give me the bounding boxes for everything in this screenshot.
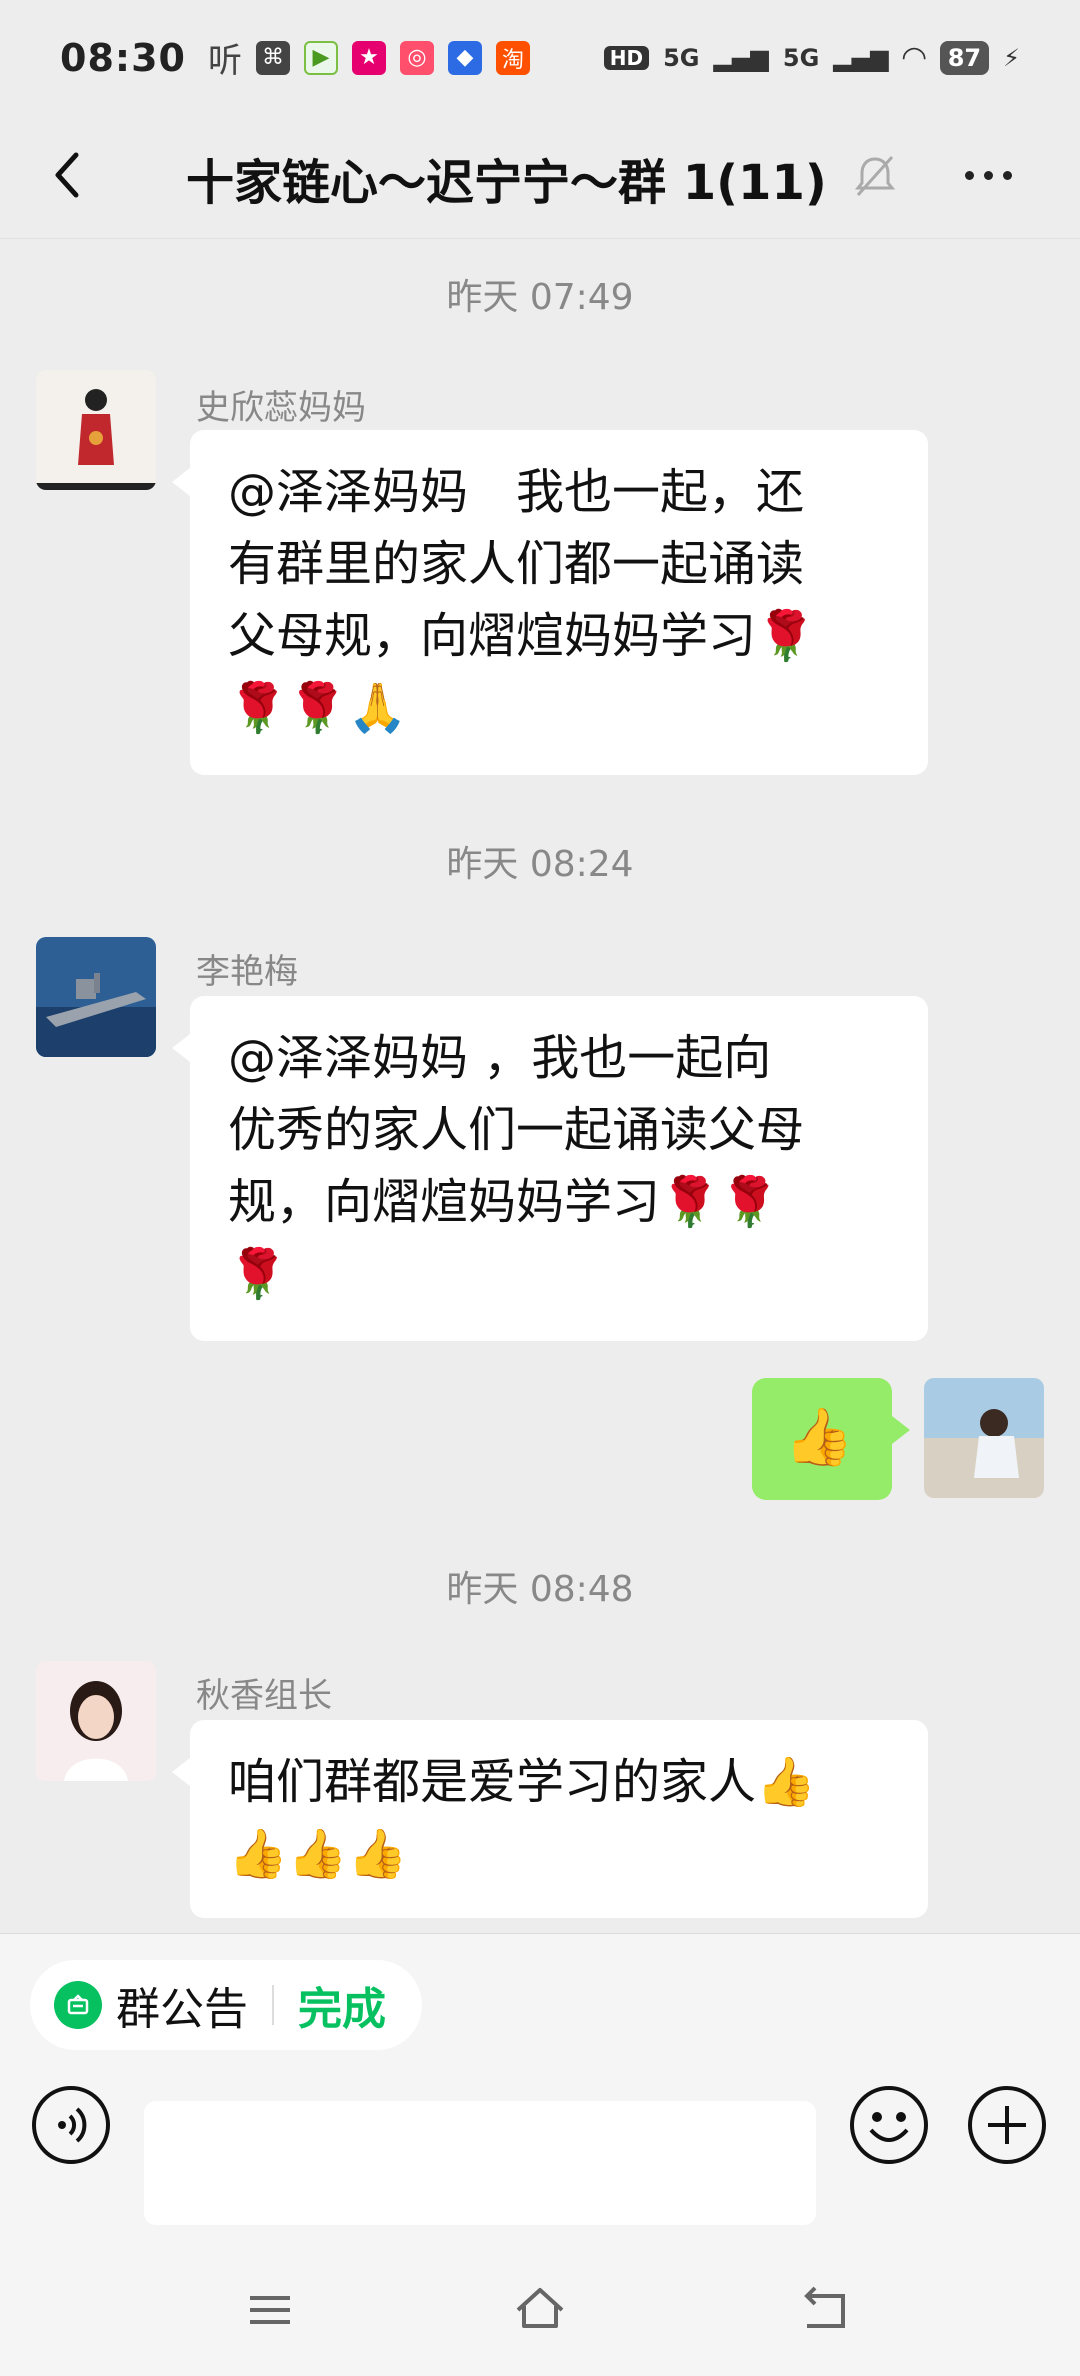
back-arrow-icon[interactable]	[40, 145, 100, 205]
message-bubble[interactable]: 咱们群都是爱学习的家人👍 👍👍👍	[172, 1720, 928, 1918]
muted-bell-icon	[854, 155, 896, 197]
done-button[interactable]: 完成	[298, 1973, 386, 2037]
message-text-line: 优秀的家人们一起诵读父母	[228, 1102, 805, 1158]
menu-icon[interactable]	[240, 2280, 300, 2340]
message-text-line: 有群里的家人们都一起诵读	[228, 536, 805, 592]
signal-2-label: 5G	[782, 43, 820, 72]
charging-icon: ⚡	[1003, 43, 1020, 72]
message-timestamp: 昨天 07:49	[446, 277, 634, 318]
message-text-line: 🌹🌹🙏	[228, 680, 408, 736]
message-text-line: 父母规，向熠煊妈妈学习🌹	[228, 608, 816, 664]
message-text-line: 规，向熠煊妈妈学习🌹🌹	[228, 1174, 780, 1230]
emoji-icon[interactable]	[848, 2084, 930, 2166]
avatar[interactable]	[36, 937, 156, 1057]
message-input[interactable]	[144, 2101, 816, 2225]
signal-1-icon: ▂▄▆	[713, 43, 769, 72]
message-text-line: 🌹	[228, 1246, 288, 1302]
home-icon[interactable]	[510, 2280, 570, 2340]
sender-name: 史欣蕊妈妈	[196, 388, 366, 428]
group-notice-label: 群公告	[116, 1984, 248, 2035]
taobao-icon: 淘	[495, 40, 530, 75]
ting-icon: 听	[207, 41, 242, 81]
more-options-icon[interactable]	[965, 155, 1025, 195]
avatar[interactable]	[36, 370, 156, 490]
message-timestamp: 昨天 08:24	[446, 844, 634, 885]
group-notice-chip[interactable]: 群公告 完成	[30, 1960, 422, 2050]
chat-header: 十家链心～迟宁宁～群 1(11)	[0, 115, 1080, 239]
message-bubble[interactable]: @泽泽妈妈 我也一起，还 有群里的家人们都一起诵读 父母规，向熠煊妈妈学习🌹 🌹…	[172, 430, 928, 775]
status-time: 08:30	[60, 35, 186, 80]
app-icon-2: ★	[351, 40, 386, 75]
status-left: 08:30 听 ⌘ ▶ ★ ◎ ◆ 淘	[60, 33, 530, 82]
message-timestamp: 昨天 08:48	[446, 1569, 634, 1610]
scan-icon: ⌘	[255, 40, 290, 75]
message-text-line: 咱们群都是爱学习的家人👍	[228, 1754, 816, 1810]
message-text-line: 👍👍👍	[228, 1826, 408, 1882]
back-nav-icon[interactable]	[795, 2280, 855, 2340]
signal-2-icon: ▂▄▆	[833, 43, 889, 72]
avatar[interactable]	[36, 1661, 156, 1781]
chip-divider	[272, 1985, 274, 2025]
status-right: HD 5G ▂▄▆ 5G ▂▄▆ ◠ 87 ⚡	[603, 40, 1020, 75]
my-avatar[interactable]	[924, 1378, 1044, 1498]
message-text-line: @泽泽妈妈 我也一起，还	[228, 464, 805, 520]
chat-title: 十家链心～迟宁宁～群 1(11)	[186, 155, 827, 211]
plus-icon[interactable]	[966, 2084, 1048, 2166]
sender-name: 秋香组长	[196, 1676, 332, 1716]
app-icon-1: ▶	[303, 40, 338, 75]
signal-1-label: 5G	[663, 43, 700, 72]
system-navigation-bar	[0, 2258, 1080, 2376]
app-icon-3: ◎	[399, 40, 434, 75]
battery-indicator: 87	[939, 40, 990, 75]
message-bubble[interactable]: @泽泽妈妈 ，我也一起向 优秀的家人们一起诵读父母 规，向熠煊妈妈学习🌹🌹 🌹	[172, 996, 928, 1341]
voice-input-icon[interactable]	[30, 2084, 112, 2166]
wifi-icon: ◠	[902, 40, 926, 75]
notice-icon	[54, 1981, 102, 2029]
message-text-line: @泽泽妈妈 ，我也一起向	[228, 1030, 772, 1086]
my-message-bubble[interactable]: 👍	[752, 1378, 910, 1500]
app-icon-4: ◆	[447, 40, 482, 75]
status-bar: 08:30 听 ⌘ ▶ ★ ◎ ◆ 淘 HD 5G ▂▄▆ 5G ▂▄▆ ◠ 8…	[0, 0, 1080, 115]
sender-name: 李艳梅	[196, 952, 298, 992]
hd-icon: HD	[603, 45, 650, 70]
